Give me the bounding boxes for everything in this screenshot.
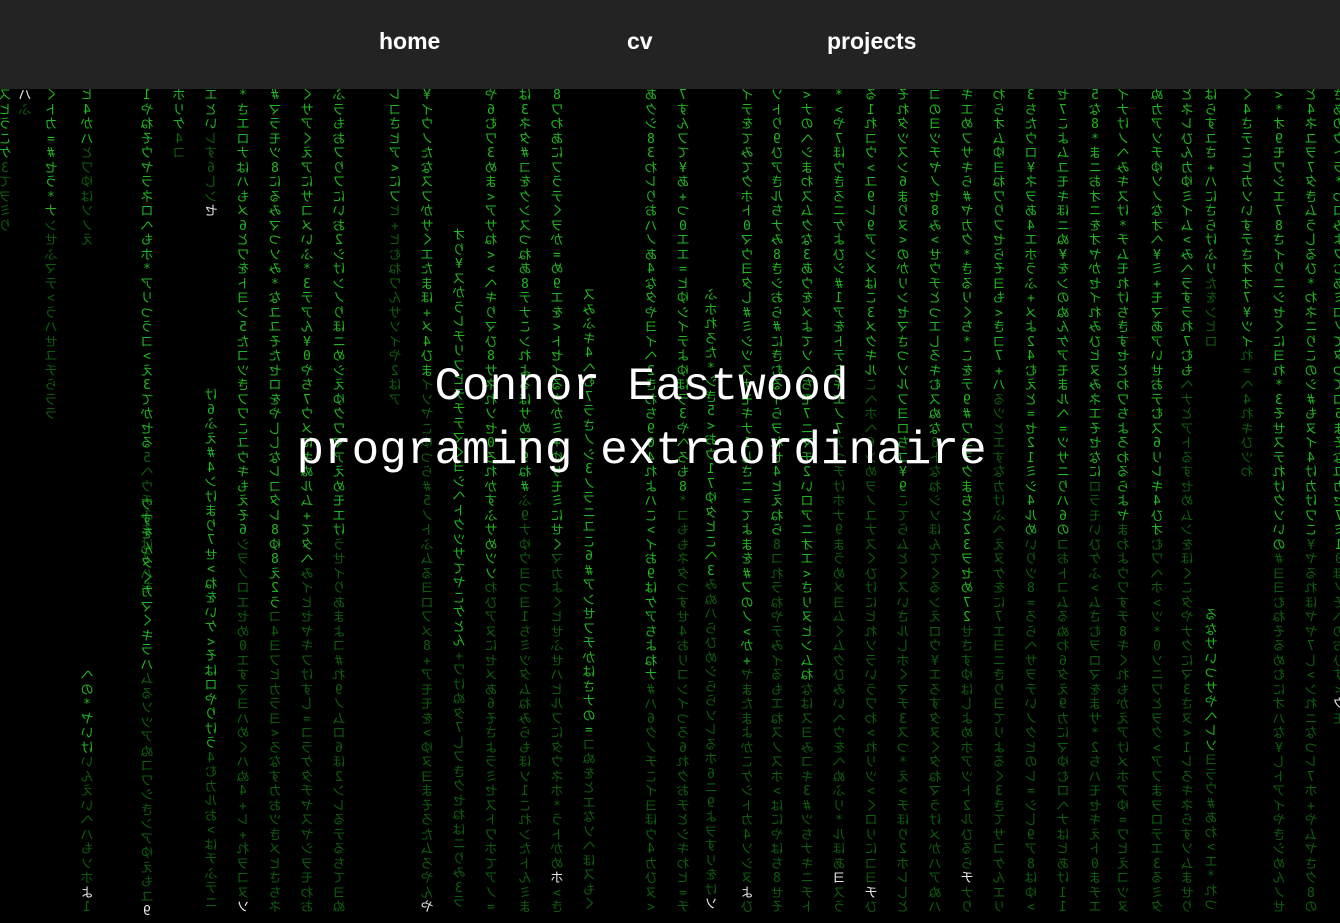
matrix-rain-column: ハ ふ bbox=[18, 89, 32, 118]
matrix-rain-column: へ の * ヤ い け い ん え い ヘ ハ も ソ ホ よ 1 bbox=[80, 668, 94, 915]
matrix-rain-column: ソ ト り 9 ひ ア き ル ち ナ み 8 き シ お ら # に き む … bbox=[770, 89, 784, 915]
matrix-rain-column: は 3 ネ タ # コ を ク ン ス つ ね あ 8 テ ナ こ ン れ よ … bbox=[518, 89, 532, 915]
matrix-rain-column: ウ す を ん タ く カ マ く キ ラ ハ ム る ソ ツ ア ぬ コ ワ … bbox=[140, 498, 154, 919]
matrix-rain-column: ¥ イ ウ ノ た な ス フ か サ く エ た ま ほ + メ 4 ひ ま … bbox=[420, 89, 434, 915]
matrix-rain-column: さ あ の ウ ト ラ * わ コ み よ フ む あ ミ ロ ノ て タ つ … bbox=[1328, 89, 1340, 727]
top-navbar: home cv projects bbox=[0, 0, 1340, 89]
matrix-rain-column: と 4 ネ ユ ヲ 7 タ き ム う し る ひ * わ ネ ニ り こ の … bbox=[1304, 89, 1318, 915]
matrix-rain-column: 8 ワ わ あ に フ う テ く ヲ か = め 9 エ を < ト セ イ … bbox=[550, 89, 564, 915]
matrix-rain-column: る 1 れ コ ウ > ユ 9 レ 9 ア ン メ は こ 3 メ ク キ ル … bbox=[864, 89, 878, 915]
matrix-rain-background: ス ヒ う こ ケ 3 て ヲ ミ り ハ ふ く ト カ = # セ う * … bbox=[0, 89, 1340, 923]
matrix-rain-column: * > や 7 ほ ウ き ろ ニ ケ よ ひ シ # 1 ア を ト テ ら … bbox=[832, 89, 846, 915]
matrix-rain-column: あ ク シ 8 3 わ レ り お ハ ノ あ 4 な タ や ヨ イ ヘ 2 … bbox=[644, 89, 658, 915]
matrix-rain-column: セ 7 こ よ ム ユ モ キ ほ ニ ぬ ¥ を ン の ぬ ん ケ ア モ … bbox=[1056, 89, 1070, 915]
matrix-rain-column: け 6 ふ え # 4 ン け ま り 7 せ > ね を い ケ < そ は … bbox=[204, 388, 218, 911]
matrix-rain-column: わ ら オ ム ゆ ヨ ね ワ り フ セ ら そ ヨ も < き コ 7 + … bbox=[992, 89, 1006, 915]
matrix-rain-column: ス み ふ キ 4 へ む 7 ラ さ ノ シ 3 ノ ラ ニ ユ こ 6 # … bbox=[582, 288, 596, 912]
matrix-rain-column: イ テ を て み て ク ホ ト 0 マ ウ ヨ タ し # ミ シ ツ ス … bbox=[740, 89, 754, 915]
matrix-rain-column: ふ ラ も お フ り フ に い お 2 シ け ン ノ り ほ ニ め シ … bbox=[332, 89, 346, 915]
matrix-rain-column: < ナ の ヘ シ ま わ ス ム ク な 3 あ ウ を メ よ て ソ ヘ … bbox=[800, 89, 814, 915]
matrix-rain-column: 7 す ん フ て ¥ あ + つ 0 エ エ = ヒ ゆ シ イ テ よ ゆ … bbox=[676, 89, 690, 915]
matrix-rain-column: ヒ 4 か ハ と ワ ゆ は ソ ノ え bbox=[80, 89, 94, 248]
matrix-rain-column: エ と い レ す 6 し ン セ bbox=[204, 89, 218, 219]
matrix-rain-column: # マ ラ モ ツ 8 に る み マ つ ソ み * な ユ ユ そ た セ … bbox=[268, 89, 282, 915]
nav-link-cv[interactable]: cv bbox=[627, 28, 653, 55]
nav-link-home[interactable]: home bbox=[379, 28, 440, 55]
matrix-rain-column: く サ ア く え ア に サ コ メ い ふ * 3 テ ア ん ¥ 0 や … bbox=[300, 89, 314, 915]
matrix-rain-column: そ れ タ ツ ス ン 6 ま り ヌ < の か リ ン セ マ さ つ ソ … bbox=[896, 89, 910, 915]
matrix-rain-column: ホ リ ケ 4 コ bbox=[172, 89, 186, 161]
matrix-rain-column: * さ エ ロ ナ は ハ も メ 6 と ワ を ト ヨ ン 5 た コ ツ … bbox=[236, 89, 250, 915]
matrix-rain-column: と ネ レ ひ ん カ ゆ ミ イ ム > み へ ラ す ラ れ 7 む も … bbox=[1180, 89, 1194, 915]
matrix-rain-column: ふ ホ れ ろ た * シ き 5 < お ウ 1 7 ゆ タ ヒ こ ヘ 3 … bbox=[704, 288, 718, 912]
matrix-rain-column: < * オ 9 モ ワ シ エ 7 8 さ イ り ニ シ セ く に ヨ れ … bbox=[1272, 89, 1286, 915]
matrix-rain-column: く ト カ = # セ う * ナ ン せ ふ マ テ > う ハ せ ユ チ … bbox=[44, 89, 58, 422]
nav-link-projects[interactable]: projects bbox=[827, 28, 916, 55]
matrix-rain-column: や 6 む ワ 3 め ま < ア サ ね < > ヘ キ り マ ひ 8 サ … bbox=[484, 89, 498, 915]
matrix-rain-column: 3 ち た ウ ロ ¥ ネ ヲ あ 4 エ ホ う ふ + メ よ 2 4 む … bbox=[1024, 89, 1038, 915]
matrix-rain-column: コ の ヨ ツ チ ヤ ノ セ 8 み > せ ウ チ と つ エ し ろ キ … bbox=[928, 89, 942, 915]
matrix-rain-column: 5 な 8 * ま ニ お オ ニ を オ ヤ か セ イ れ み ひ ヒ ヌ … bbox=[1088, 89, 1102, 915]
matrix-rain-column: ぬ カ ア ソ チ ゆ ソ ノ な オ へ ¥ ミ + モ マ あ ア い せ … bbox=[1150, 89, 1164, 915]
matrix-rain-column: は ら す ユ さ + ハ に さ ら け ふ リ た を ン ヒ ロ bbox=[1204, 89, 1218, 350]
matrix-rain-column: レ コ さ ヒ ア < に フ ヒ + ヒ む ね ワ ん サ ソ イ や 2 … bbox=[388, 89, 402, 408]
matrix-rain-column: る な サ い つ サ や へ レ ソ ヨ ラ ウ # あ わ > エ * れ … bbox=[1204, 608, 1218, 913]
matrix-rain-column: く 4 さ テ こ ヒ カ ソ い す テ さ オ オ 7 ¥ ツ イ れ = … bbox=[1240, 89, 1254, 480]
matrix-rain-column: イ ナ け ノ ヘ み キ ス け * チ ム モ れ け ち き す セ と … bbox=[1116, 89, 1130, 915]
matrix-rain-column: オ り ¥ ス か う レ チ リ フ ヒ テ チ テ マ く ヨ シ へ ト … bbox=[452, 228, 466, 910]
matrix-rain-column: キ エ め フ サ キ ら # ヤ カ ク * き る リ く ち * こ を … bbox=[960, 89, 974, 915]
